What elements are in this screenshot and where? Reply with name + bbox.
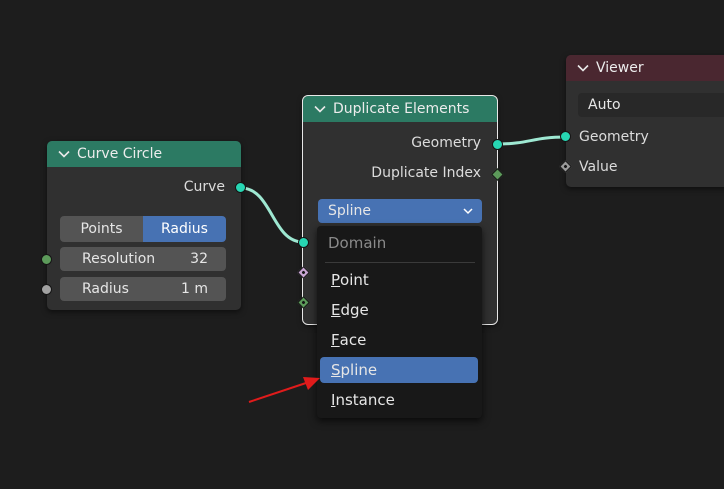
domain-dropdown[interactable]: Spline bbox=[318, 199, 482, 223]
domain-dropdown-value: Spline bbox=[328, 203, 372, 219]
duplicate-elements-header[interactable]: Duplicate Elements bbox=[303, 96, 497, 122]
node-title: Curve Circle bbox=[77, 146, 163, 162]
chevron-down-icon bbox=[463, 208, 473, 215]
output-curve-label: Curve bbox=[183, 179, 225, 195]
curve-output-socket[interactable] bbox=[235, 182, 246, 193]
curve-circle-node[interactable]: Curve Circle Curve Points Radius Resolut… bbox=[47, 141, 241, 310]
output-duplicate-index-label: Duplicate Index bbox=[371, 165, 481, 181]
resolution-input-socket[interactable] bbox=[41, 254, 52, 265]
input-geometry-label: Geometry bbox=[579, 129, 649, 145]
radius-field[interactable]: Radius 1 m bbox=[60, 277, 226, 301]
resolution-label: Resolution bbox=[82, 251, 156, 267]
node-title: Duplicate Elements bbox=[333, 101, 470, 117]
geometry-input-socket[interactable] bbox=[298, 237, 309, 248]
menu-item-point[interactable]: Point bbox=[320, 267, 478, 293]
mode-radius-button[interactable]: Radius bbox=[143, 216, 226, 242]
menu-separator bbox=[325, 262, 475, 263]
link-geometry-to-viewer bbox=[496, 135, 567, 146]
radius-label: Radius bbox=[82, 281, 129, 297]
chevron-down-icon[interactable] bbox=[313, 102, 327, 116]
output-geometry-label: Geometry bbox=[411, 135, 481, 151]
menu-item-face[interactable]: Face bbox=[320, 327, 478, 353]
geometry-output-socket[interactable] bbox=[492, 139, 503, 150]
viewer-header[interactable]: Viewer bbox=[566, 55, 724, 81]
menu-item-instance[interactable]: Instance bbox=[320, 387, 478, 413]
viewer-node[interactable]: Viewer Auto Geometry Value bbox=[566, 55, 724, 187]
chevron-down-icon[interactable] bbox=[57, 147, 71, 161]
radius-input-socket[interactable] bbox=[41, 284, 52, 295]
input-value-label: Value bbox=[579, 159, 618, 175]
radius-value: 1 m bbox=[181, 281, 208, 297]
domain-menu-title: Domain bbox=[328, 234, 387, 252]
menu-item-edge[interactable]: Edge bbox=[320, 297, 478, 323]
chevron-down-icon[interactable] bbox=[576, 61, 590, 75]
resolution-field[interactable]: Resolution 32 bbox=[60, 247, 226, 271]
domain-menu: Domain Point Edge Face Spline Instance bbox=[317, 226, 482, 418]
viewer-geometry-input-socket[interactable] bbox=[560, 131, 571, 142]
resolution-value: 32 bbox=[190, 251, 208, 267]
curve-circle-header[interactable]: Curve Circle bbox=[47, 141, 241, 167]
viewer-domain-value: Auto bbox=[588, 97, 621, 113]
viewer-domain-dropdown[interactable]: Auto bbox=[578, 93, 724, 117]
mode-points-button[interactable]: Points bbox=[60, 216, 143, 242]
link-curve-to-geometry bbox=[240, 186, 304, 244]
menu-item-spline[interactable]: Spline bbox=[320, 357, 478, 383]
node-title: Viewer bbox=[596, 60, 644, 76]
